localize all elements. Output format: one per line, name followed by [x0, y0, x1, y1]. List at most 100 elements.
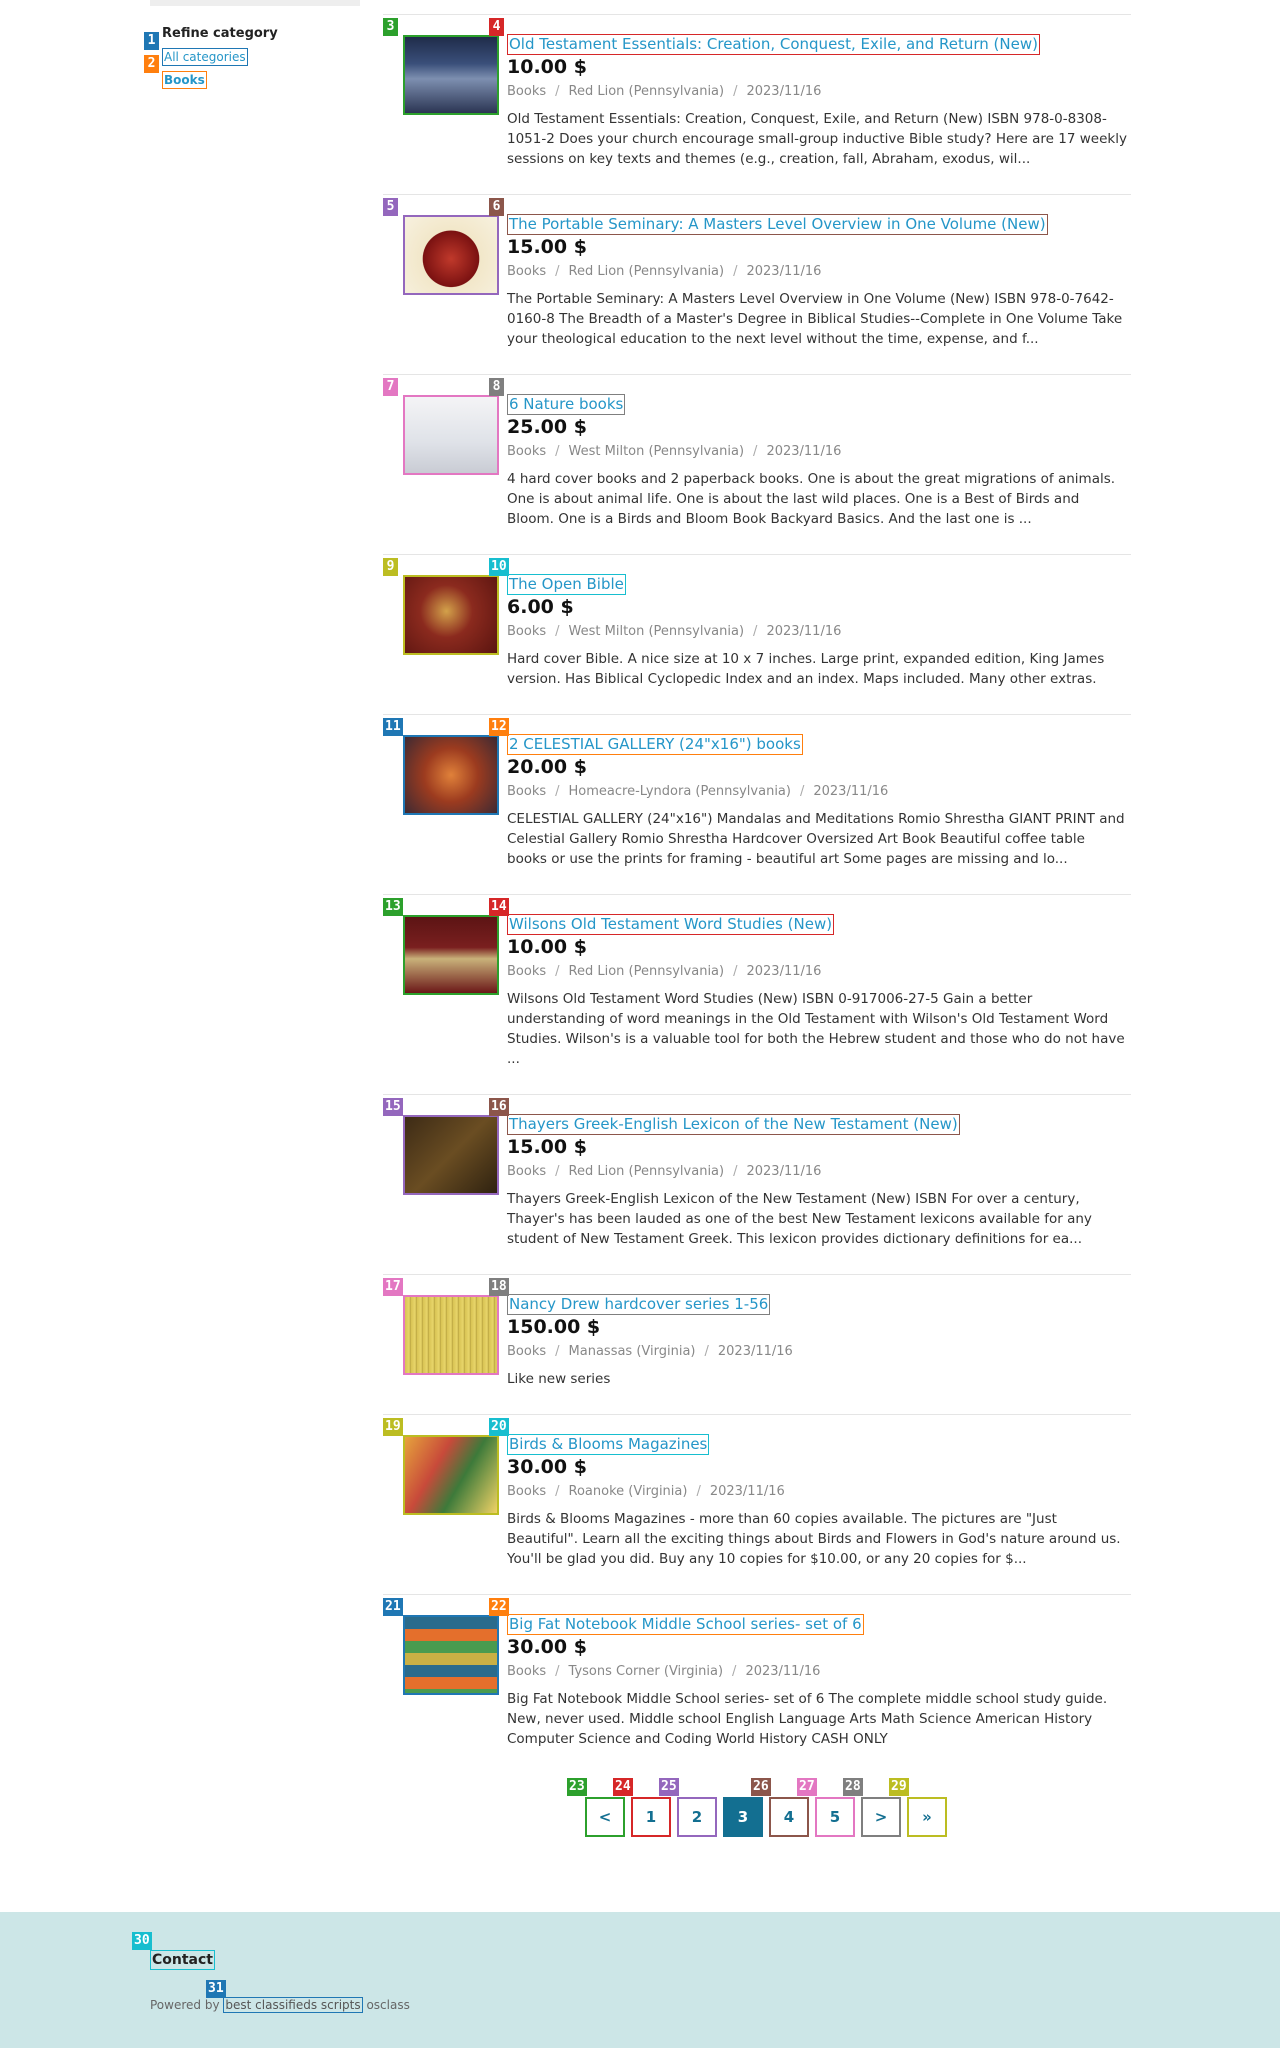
listing-meta: Books / Roanoke (Virginia)/2023/11/16: [507, 1484, 785, 1499]
listing-title-link[interactable]: Nancy Drew hardcover series 1-56: [507, 1294, 771, 1315]
listing-thumbnail[interactable]: [403, 575, 499, 655]
listing-location: Red Lion (Pennsylvania): [568, 964, 725, 979]
page-button[interactable]: >: [861, 1797, 901, 1837]
listing-category: Books: [507, 1344, 547, 1359]
listing-title-link[interactable]: Wilsons Old Testament Word Studies (New): [507, 914, 835, 935]
listing-location: Red Lion (Pennsylvania): [568, 84, 725, 99]
page-button[interactable]: 2: [677, 1797, 717, 1837]
thumb-tag: 5: [383, 198, 398, 216]
listing-thumbnail[interactable]: [403, 1295, 499, 1375]
footer: 30 Contact 31 Powered by best classified…: [0, 1912, 1280, 2048]
listing-title-link[interactable]: 2 CELESTIAL GALLERY (24"x16") books: [507, 734, 803, 755]
listing-date: 2023/11/16: [746, 1164, 822, 1179]
listing-description: Big Fat Notebook Middle School series- s…: [507, 1691, 1108, 1747]
listing-item: 15 16 Thayers Greek-English Lexicon of the…: [383, 1094, 1131, 1274]
listing-title-link[interactable]: Old Testament Essentials: Creation, Conq…: [507, 34, 1040, 55]
thumb-tag: 13: [383, 898, 403, 916]
listing-meta: Books / Red Lion (Pennsylvania)/2023/11/16: [507, 964, 822, 979]
powered-suffix: osclass: [366, 1998, 410, 2012]
listing-category: Books: [507, 784, 547, 799]
listing-price: 150.00 $: [507, 1316, 601, 1338]
listing-location: West Milton (Pennsylvania): [568, 444, 745, 459]
listing-meta: Books / Red Lion (Pennsylvania)/2023/11/16: [507, 84, 822, 99]
magazines-icon: [405, 1437, 497, 1513]
listing-date: 2023/11/16: [766, 624, 842, 639]
listing-thumbnail[interactable]: [403, 915, 499, 995]
listing-item: 5 6 The Portable Seminary: A Masters Level…: [383, 194, 1131, 374]
listing-location: Red Lion (Pennsylvania): [568, 1164, 725, 1179]
listing-price: 25.00 $: [507, 416, 587, 438]
pagination-tag: 23: [567, 1778, 587, 1796]
listing-title-link[interactable]: Thayers Greek-English Lexicon of the New…: [507, 1114, 960, 1135]
book-cover-maroon-icon: [405, 577, 497, 653]
sidebar-top-strip: [150, 0, 360, 6]
page-button[interactable]: 4: [769, 1797, 809, 1837]
listing-thumbnail[interactable]: [403, 1435, 499, 1515]
listing-item: 17 18 Nancy Drew hardcover series 1-56 150.…: [383, 1274, 1131, 1414]
listing-meta: Books / Manassas (Virginia)/2023/11/16: [507, 1344, 793, 1359]
listing-location: West Milton (Pennsylvania): [568, 624, 745, 639]
listing-price: 15.00 $: [507, 236, 587, 258]
listing-category: Books: [507, 1664, 547, 1679]
listing-description: The Portable Seminary: A Masters Level O…: [507, 291, 1123, 347]
listing-description: Birds & Blooms Magazines - more than 60 …: [507, 1511, 1121, 1567]
refine-category-title: Refine category: [162, 26, 278, 41]
pagination-tag: 26: [751, 1778, 771, 1796]
listing-location: Roanoke (Virginia): [568, 1484, 688, 1499]
title-tag: 8: [489, 378, 504, 396]
book-cover-brown-icon: [405, 1117, 497, 1193]
listing-date: 2023/11/16: [766, 444, 842, 459]
book-cover-orange-icon: [405, 737, 497, 813]
listing-thumbnail[interactable]: [403, 1615, 499, 1695]
title-tag: 18: [489, 1278, 509, 1296]
contact-link[interactable]: Contact: [150, 1950, 215, 1970]
listing-meta: Books / Tysons Corner (Virginia)/2023/11/1…: [507, 1664, 821, 1679]
listing-location: Red Lion (Pennsylvania): [568, 264, 725, 279]
title-tag: 4: [489, 18, 504, 36]
listing-category: Books: [507, 264, 547, 279]
listing-description: Old Testament Essentials: Creation, Conq…: [507, 111, 1127, 167]
powered-by: Powered by best classifieds scripts oscl…: [150, 1997, 410, 2013]
page-button[interactable]: <: [585, 1797, 625, 1837]
listing-category: Books: [507, 1164, 547, 1179]
best-classifieds-scripts-link[interactable]: best classifieds scripts: [223, 1997, 363, 2013]
thumb-tag: 19: [383, 1418, 403, 1436]
listing-description: Hard cover Bible. A nice size at 10 x 7 …: [507, 651, 1105, 687]
listing-thumbnail[interactable]: [403, 35, 499, 115]
listing-category: Books: [507, 84, 547, 99]
listing-price: 10.00 $: [507, 936, 587, 958]
books-category-link[interactable]: Books: [162, 71, 207, 89]
listing-description: Wilsons Old Testament Word Studies (New)…: [507, 991, 1125, 1067]
listing-title-link[interactable]: Birds & Blooms Magazines: [507, 1434, 710, 1455]
listing-description: 4 hard cover books and 2 paperback books…: [507, 471, 1116, 527]
tag-30: 30: [132, 1932, 152, 1950]
listing-thumbnail[interactable]: [403, 1115, 499, 1195]
thumb-tag: 15: [383, 1098, 403, 1116]
listing-item: 11 12 2 CELESTIAL GALLERY (24"x16") books 2…: [383, 714, 1131, 894]
all-categories-link[interactable]: All categories: [162, 48, 248, 66]
listing-date: 2023/11/16: [746, 84, 822, 99]
page-button[interactable]: 1: [631, 1797, 671, 1837]
listing-category: Books: [507, 1484, 547, 1499]
thumb-tag: 11: [383, 718, 403, 736]
pagination-tag: 29: [889, 1778, 909, 1796]
listing-thumbnail[interactable]: [403, 735, 499, 815]
listing-meta: Books / Homeacre-Lyndora (Pennsylvania)/20…: [507, 784, 889, 799]
listing-location: Manassas (Virginia): [568, 1344, 696, 1359]
page-button[interactable]: »: [907, 1797, 947, 1837]
listing-title-link[interactable]: Big Fat Notebook Middle School series- s…: [507, 1614, 864, 1635]
listing-title-link[interactable]: 6 Nature books: [507, 394, 626, 415]
listing-title-link[interactable]: The Open Bible: [507, 574, 626, 595]
listing-price: 30.00 $: [507, 1636, 587, 1658]
thumb-tag: 3: [383, 18, 398, 36]
listing-item: 19 20 Birds & Blooms Magazines 30.00 $ Books…: [383, 1414, 1131, 1594]
book-stack-icon: [405, 1617, 497, 1693]
listing-date: 2023/11/16: [745, 1664, 821, 1679]
listing-title-link[interactable]: The Portable Seminary: A Masters Level O…: [507, 214, 1048, 235]
book-cover-red-icon: [405, 217, 497, 293]
page-button[interactable]: 5: [815, 1797, 855, 1837]
listing-thumbnail[interactable]: [403, 395, 499, 475]
book-cover-darkred-icon: [405, 917, 497, 993]
listing-thumbnail[interactable]: [403, 215, 499, 295]
listing-location: Tysons Corner (Virginia): [568, 1664, 724, 1679]
